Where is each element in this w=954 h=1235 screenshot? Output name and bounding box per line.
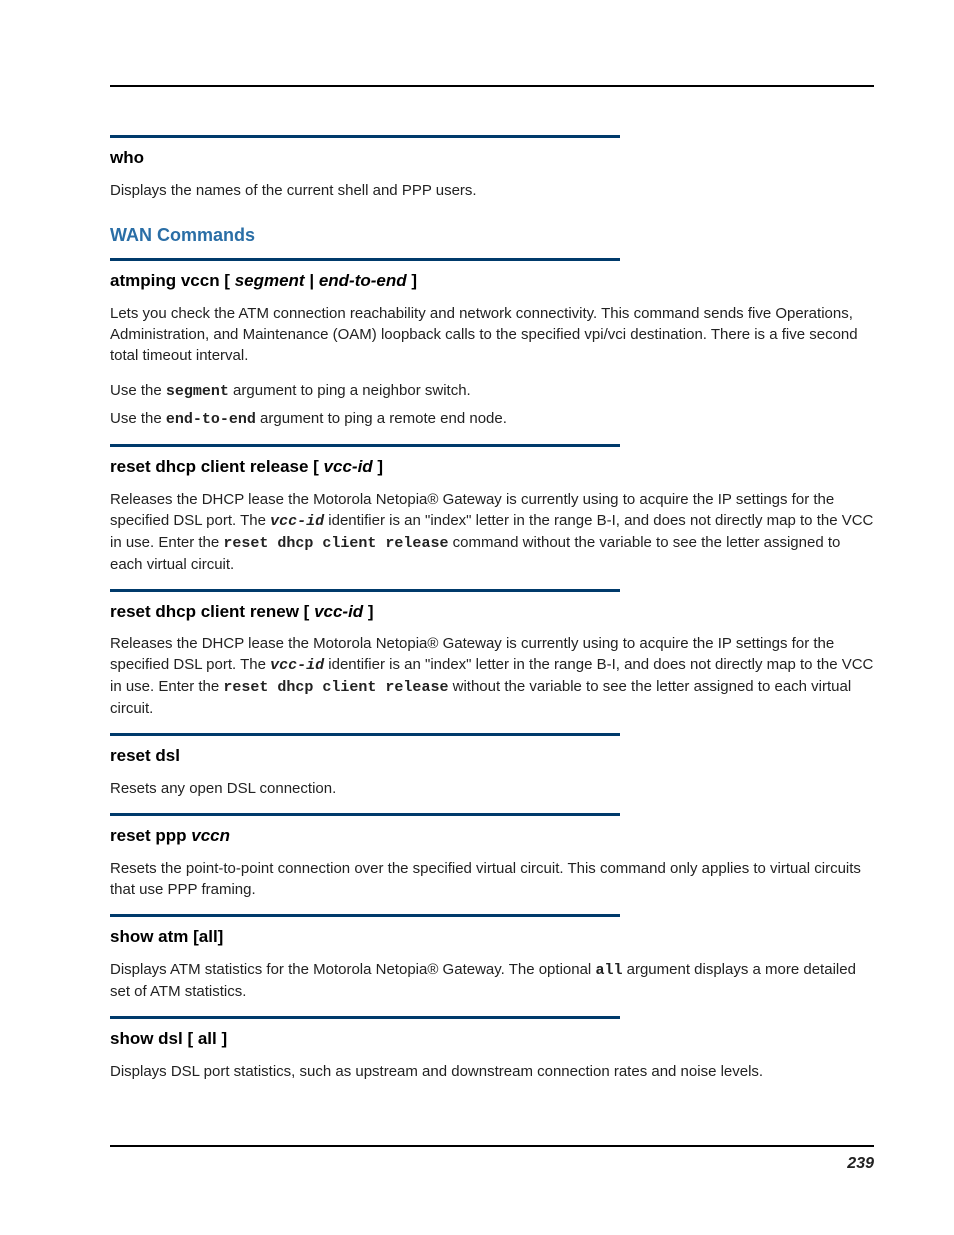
text: ] — [363, 602, 373, 621]
code: end-to-end — [166, 411, 256, 428]
section-rule — [110, 135, 620, 138]
text: argument to ping a neighbor switch. — [229, 382, 471, 399]
text: | — [305, 271, 319, 290]
top-rule — [110, 85, 874, 87]
cmd-who-title: who — [110, 146, 874, 170]
cmd-atmping-use1: Use the segment argument to ping a neigh… — [110, 380, 874, 402]
wan-commands-heading: WAN Commands — [110, 223, 874, 248]
arg-vcc-id: vcc-id — [324, 457, 373, 476]
cmd-reset-ppp-title: reset ppp vccn — [110, 824, 874, 848]
section-rule — [110, 733, 620, 736]
cmd-show-dsl-body: Displays DSL port statistics, such as up… — [110, 1061, 874, 1082]
text: reset dhcp client renew [ — [110, 602, 314, 621]
code: all — [595, 962, 622, 979]
code: segment — [166, 383, 229, 400]
text: Use the — [110, 382, 166, 399]
section-rule — [110, 444, 620, 447]
section-rule — [110, 914, 620, 917]
cmd-reset-ppp-body: Resets the point-to-point connection ove… — [110, 858, 874, 900]
arg-segment: segment — [235, 271, 305, 290]
text: Use the — [110, 410, 166, 427]
section-rule — [110, 589, 620, 592]
arg-end-to-end: end-to-end — [319, 271, 407, 290]
cmd-reset-dsl-title: reset dsl — [110, 744, 874, 768]
text: ] — [407, 271, 417, 290]
cmd-reset-release-title: reset dhcp client release [ vcc-id ] — [110, 455, 874, 479]
code: vcc-id — [270, 513, 324, 530]
cmd-atmping-body: Lets you check the ATM connection reacha… — [110, 303, 874, 366]
page-number: 239 — [110, 1145, 874, 1175]
cmd-reset-renew-body: Releases the DHCP lease the Motorola Net… — [110, 633, 874, 719]
code: vcc-id — [270, 657, 324, 674]
text: reset ppp — [110, 826, 191, 845]
section-rule — [110, 813, 620, 816]
cmd-show-dsl-title: show dsl [ all ] — [110, 1027, 874, 1051]
section-rule — [110, 258, 620, 261]
code: reset dhcp client release — [223, 679, 448, 696]
cmd-show-atm-title: show atm [all] — [110, 925, 874, 949]
arg-vccn: vccn — [191, 826, 230, 845]
cmd-atmping-use2: Use the end-to-end argument to ping a re… — [110, 408, 874, 430]
text: ] — [373, 457, 383, 476]
code: reset dhcp client release — [223, 535, 448, 552]
text: Displays ATM statistics for the Motorola… — [110, 961, 595, 978]
text: reset dhcp client release [ — [110, 457, 324, 476]
text: atmping vccn [ — [110, 271, 235, 290]
arg-vcc-id: vcc-id — [314, 602, 363, 621]
cmd-who-body: Displays the names of the current shell … — [110, 180, 874, 201]
text: argument to ping a remote end node. — [256, 410, 507, 427]
cmd-reset-renew-title: reset dhcp client renew [ vcc-id ] — [110, 600, 874, 624]
section-rule — [110, 1016, 620, 1019]
page: who Displays the names of the current sh… — [0, 0, 954, 1235]
cmd-show-atm-body: Displays ATM statistics for the Motorola… — [110, 959, 874, 1002]
cmd-reset-dsl-body: Resets any open DSL connection. — [110, 778, 874, 799]
cmd-atmping-title: atmping vccn [ segment | end-to-end ] — [110, 269, 874, 293]
cmd-reset-release-body: Releases the DHCP lease the Motorola Net… — [110, 489, 874, 575]
